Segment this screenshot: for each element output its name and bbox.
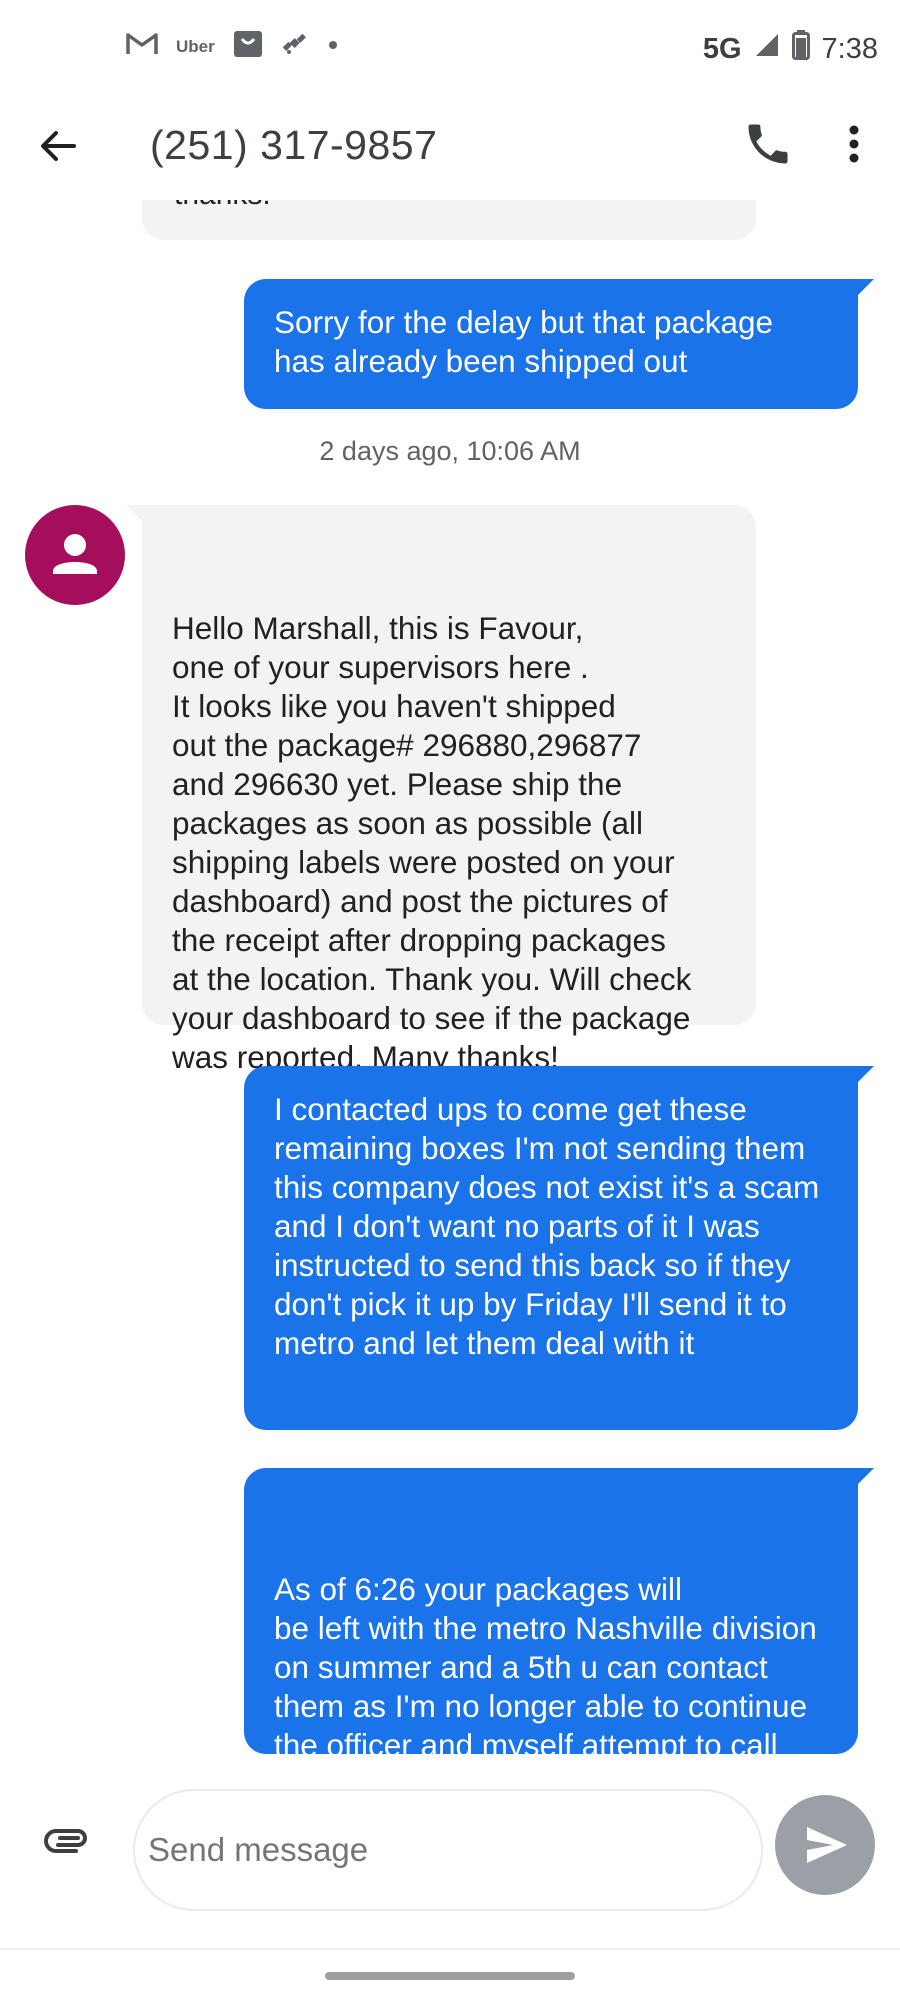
system-status: 5G 7:38 [703, 30, 878, 68]
arrow-back-icon [41, 131, 76, 161]
notification-icons: Uber [126, 30, 339, 63]
clock: 7:38 [821, 32, 878, 65]
shopping-bag-icon [233, 30, 263, 63]
network-label: 5G [702, 32, 742, 65]
gmail-icon [126, 32, 158, 61]
more-options-button[interactable] [836, 118, 872, 170]
outgoing-message[interactable]: As of 6:26 your packages will be left wi… [244, 1468, 874, 1755]
incoming-message-partial[interactable]: thanks. [142, 200, 756, 240]
phone-icon [748, 124, 788, 164]
message-timestamp: 2 days ago, 10:06 AM [319, 436, 581, 466]
dot-icon [327, 38, 339, 56]
avatar[interactable] [25, 505, 125, 605]
app-bar: (251) 317-9857 [0, 100, 900, 200]
more-vert-icon [849, 125, 859, 163]
message-thread[interactable]: thanks. Sorry for the delay but that pac… [0, 200, 900, 1755]
message-text: I contacted ups to come get these remain… [274, 1091, 820, 1361]
incoming-message[interactable]: Hello Marshall, this is Favour, one of y… [126, 505, 756, 1075]
outgoing-message[interactable]: I contacted ups to come get these remain… [244, 1066, 874, 1430]
satellite-icon [281, 30, 309, 63]
send-button[interactable] [775, 1795, 875, 1895]
message-text: Hello Marshall, this is Favour, one of y… [172, 610, 692, 1075]
nav-divider [0, 1948, 900, 1950]
uber-icon: Uber [176, 36, 215, 56]
outgoing-message[interactable]: Sorry for the delay but that package has… [244, 279, 874, 409]
call-button[interactable] [742, 118, 794, 170]
home-gesture-bar[interactable] [325, 1972, 575, 1980]
message-text: Sorry for the delay but that package has… [274, 304, 774, 379]
contact-title: (251) 317-9857 [150, 122, 438, 168]
message-text: As of 6:26 your packages will be left wi… [274, 1571, 817, 1755]
signal-icon [754, 32, 780, 66]
send-icon [807, 1827, 847, 1863]
message-input[interactable] [133, 1789, 763, 1911]
attach-button[interactable] [44, 1815, 90, 1861]
message-text: thanks. [174, 200, 271, 212]
back-button[interactable] [34, 120, 86, 172]
battery-icon [791, 30, 810, 68]
compose-bar [0, 1755, 900, 1945]
status-bar: Uber 5G 7:38 [0, 0, 900, 100]
person-icon [53, 534, 97, 574]
attachment-icon [44, 1829, 87, 1853]
